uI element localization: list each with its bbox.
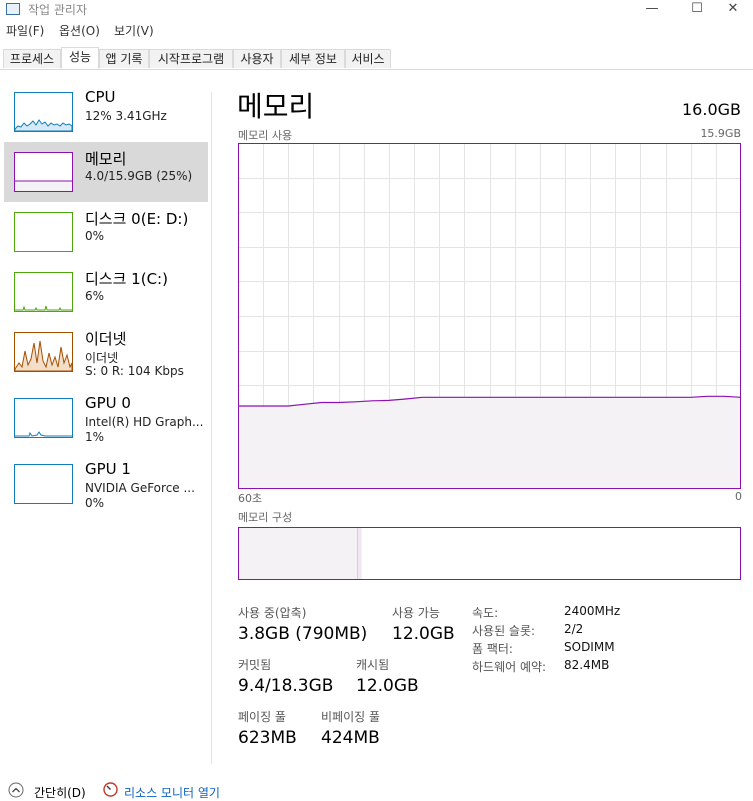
usage-chart-max: 15.9GB: [700, 127, 741, 140]
cpu-thumbnail: [14, 92, 73, 132]
sidebar-item-ethernet[interactable]: 이더넷 이더넷 S: 0 R: 104 Kbps: [4, 322, 208, 382]
slots-value: 2/2: [564, 622, 584, 636]
cpu-title: CPU: [85, 88, 116, 106]
paged-pool-label: 페이징 풀: [238, 710, 286, 724]
tab-users[interactable]: 사용자: [233, 49, 281, 68]
menu-file[interactable]: 파일(F): [6, 22, 44, 39]
footer-bar: 간단히(D) 리소스 모니터 열기: [0, 778, 753, 801]
cached-label: 캐시됨: [356, 658, 390, 672]
sidebar-item-cpu[interactable]: CPU 12% 3.41GHz: [4, 82, 208, 142]
memory-total: 16.0GB: [682, 100, 741, 119]
in-use-label: 사용 중(압축): [238, 606, 307, 620]
title-bar: 작업 관리자 — ☐ ✕: [0, 0, 753, 20]
maximize-button[interactable]: ☐: [677, 0, 717, 20]
tab-services[interactable]: 서비스: [345, 49, 391, 68]
memory-usage-chart: [238, 143, 741, 489]
gpu0-title: GPU 0: [85, 394, 131, 412]
resource-monitor-link[interactable]: 리소스 모니터 열기: [124, 784, 220, 801]
available-label: 사용 가능: [392, 606, 440, 620]
form-factor-label: 폼 팩터:: [472, 642, 513, 656]
gpu1-name: NVIDIA GeForce ...: [85, 481, 195, 495]
resource-monitor-icon: [103, 782, 118, 797]
form-factor-value: SODIMM: [564, 640, 615, 654]
speed-value: 2400MHz: [564, 604, 621, 618]
time-axis-right: 0: [735, 490, 742, 503]
sidebar-item-disk1[interactable]: 디스크 1(C:) 6%: [4, 262, 208, 322]
task-manager-icon: [6, 3, 20, 15]
composition-in-use: [238, 527, 358, 580]
memory-composition-bar: [238, 527, 741, 580]
ethernet-thumbnail: [14, 332, 73, 372]
hardware-reserved-label: 하드웨어 예약:: [472, 660, 547, 674]
time-axis-left: 60초: [238, 492, 263, 505]
gpu0-thumbnail: [14, 398, 73, 438]
minimize-button[interactable]: —: [632, 0, 672, 20]
usage-chart-label: 메모리 사용: [238, 129, 293, 142]
window-title: 작업 관리자: [28, 3, 88, 17]
ethernet-throughput: S: 0 R: 104 Kbps: [85, 364, 184, 378]
tab-details[interactable]: 세부 정보: [281, 49, 345, 68]
gpu1-title: GPU 1: [85, 460, 131, 478]
available-value: 12.0GB: [392, 624, 455, 644]
nonpaged-pool-label: 비페이징 풀: [321, 710, 381, 724]
fewer-details-button[interactable]: 간단히(D): [34, 784, 86, 801]
sidebar-item-gpu0[interactable]: GPU 0 Intel(R) HD Graph... 1%: [4, 388, 208, 448]
menu-options[interactable]: 옵션(O): [59, 22, 100, 39]
chevron-up-icon[interactable]: [8, 782, 24, 798]
close-button[interactable]: ✕: [713, 0, 753, 20]
tab-startup[interactable]: 시작프로그램: [149, 49, 233, 68]
gpu1-thumbnail: [14, 464, 73, 504]
composition-modified: [357, 527, 362, 580]
nonpaged-pool-value: 424MB: [321, 728, 380, 748]
disk1-usage: 6%: [85, 289, 105, 303]
tab-performance[interactable]: 성능: [61, 47, 99, 69]
disk0-thumbnail: [14, 212, 73, 252]
menu-view[interactable]: 보기(V): [114, 22, 154, 39]
sidebar-item-memory[interactable]: 메모리 4.0/15.9GB (25%): [4, 142, 208, 202]
committed-value: 9.4/18.3GB: [238, 676, 334, 696]
gpu0-usage: 1%: [85, 430, 105, 444]
hardware-reserved-value: 82.4MB: [564, 658, 610, 672]
ethernet-title: 이더넷: [85, 330, 127, 348]
cached-value: 12.0GB: [356, 676, 419, 696]
speed-label: 속도:: [472, 606, 499, 620]
committed-label: 커밋됨: [238, 658, 272, 672]
memory-title: 메모리: [85, 150, 127, 168]
disk0-title: 디스크 0(E: D:): [85, 210, 189, 228]
page-title: 메모리: [237, 90, 315, 123]
usage-area: [238, 396, 741, 489]
disk1-thumbnail: [14, 272, 73, 312]
tab-processes[interactable]: 프로세스: [3, 49, 61, 68]
memory-usage: 4.0/15.9GB (25%): [85, 169, 193, 183]
disk0-usage: 0%: [85, 229, 105, 243]
tab-strip: 프로세스 성능 앱 기록 시작프로그램 사용자 세부 정보 서비스: [0, 47, 753, 70]
memory-thumbnail: [14, 152, 73, 192]
slots-label: 사용된 슬롯:: [472, 624, 536, 638]
sidebar-item-gpu1[interactable]: GPU 1 NVIDIA GeForce ... 0%: [4, 454, 208, 514]
gpu0-name: Intel(R) HD Graph...: [85, 415, 204, 429]
cpu-usage: 12% 3.41GHz: [85, 109, 167, 123]
paged-pool-value: 623MB: [238, 728, 297, 748]
sidebar-item-disk0[interactable]: 디스크 0(E: D:) 0%: [4, 202, 208, 262]
composition-label: 메모리 구성: [238, 511, 293, 524]
tab-app-history[interactable]: 앱 기록: [99, 49, 149, 68]
in-use-value: 3.8GB (790MB): [238, 624, 368, 644]
disk1-title: 디스크 1(C:): [85, 270, 168, 288]
sidebar-divider: [211, 92, 212, 764]
gpu1-usage: 0%: [85, 496, 105, 510]
